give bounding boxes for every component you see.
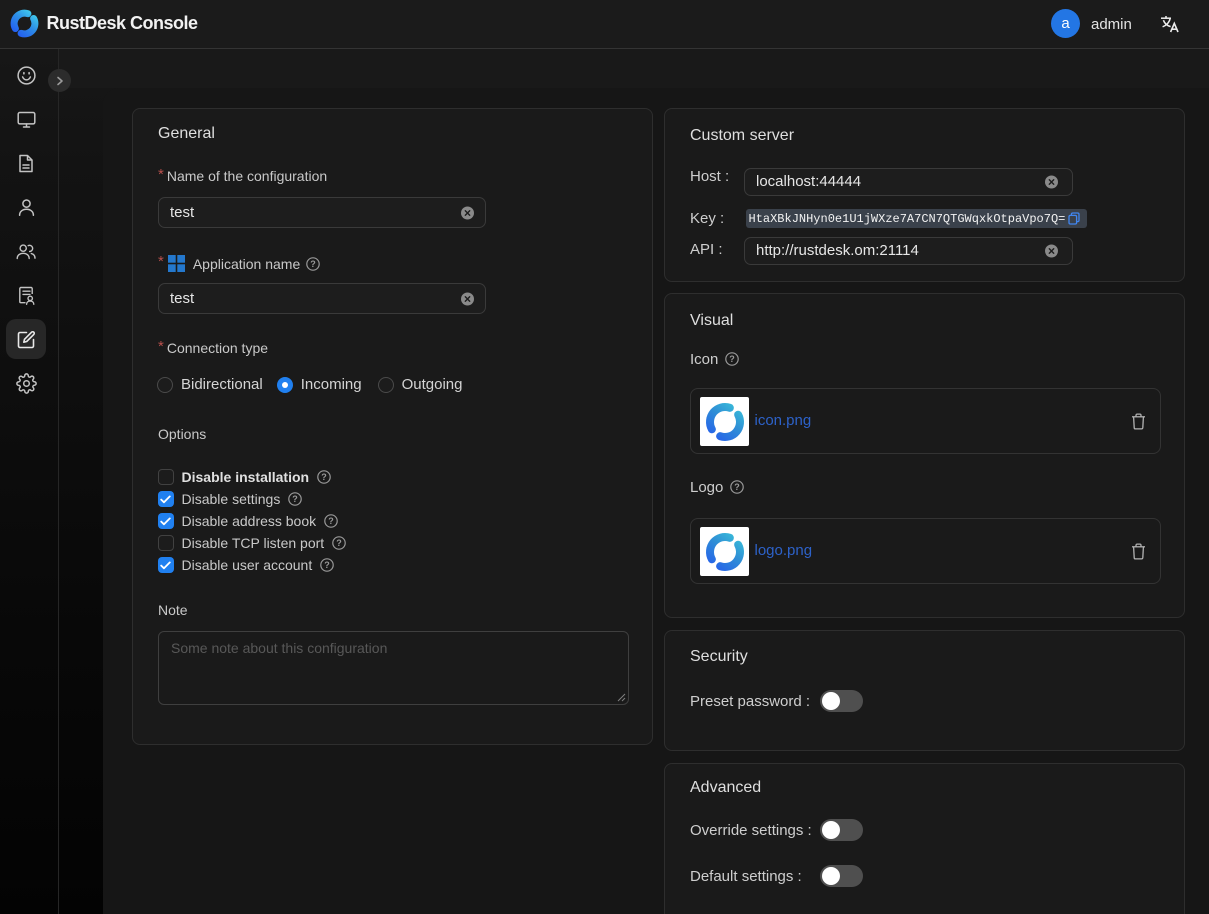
- svg-text:?: ?: [311, 259, 317, 269]
- svg-text:?: ?: [730, 354, 736, 364]
- svg-text:?: ?: [293, 494, 299, 504]
- svg-text:?: ?: [321, 472, 327, 482]
- svg-text:?: ?: [328, 516, 334, 526]
- svg-text:?: ?: [735, 482, 741, 492]
- svg-text:?: ?: [336, 538, 342, 548]
- svg-text:?: ?: [325, 560, 331, 570]
